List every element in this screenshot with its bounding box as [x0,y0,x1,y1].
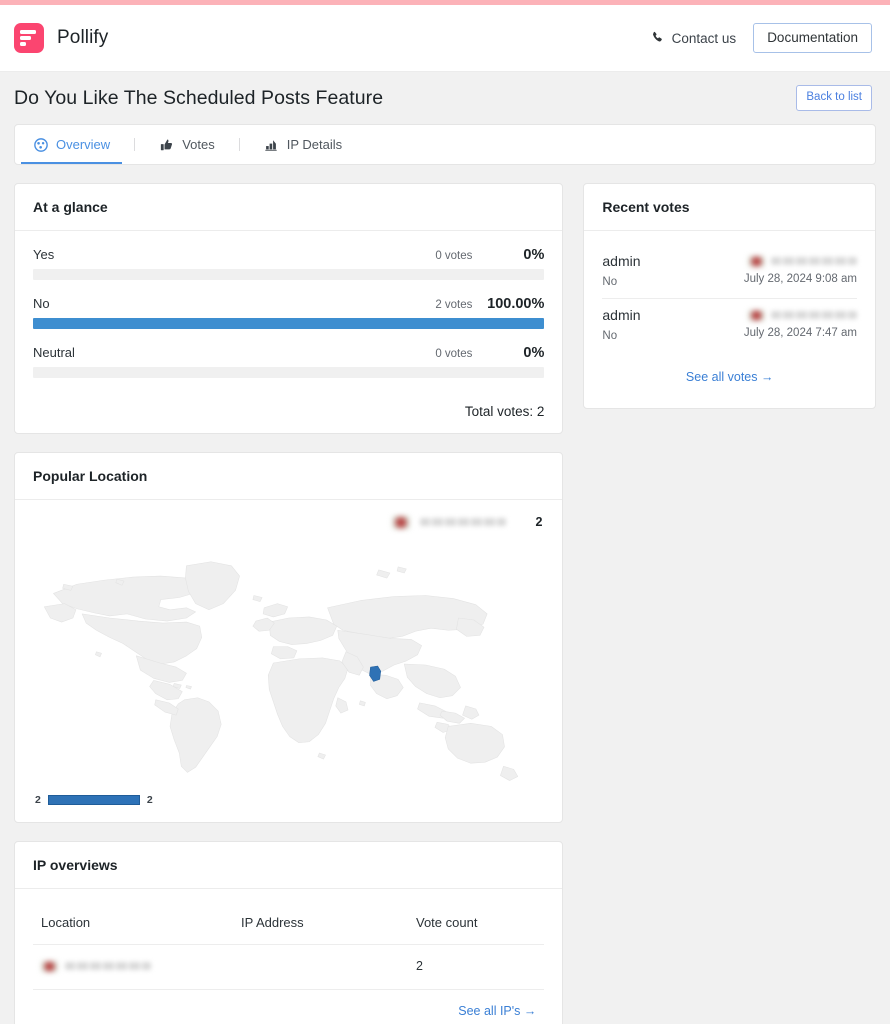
ip-overviews-card: IP overviews Location IP Address Vote co… [14,841,564,1024]
table-header-row: Location IP Address Vote count [33,905,545,945]
location-redacted [771,311,857,319]
phone-icon [651,31,665,45]
table-row: 2 [33,944,545,990]
recent-votes-title: Recent votes [584,184,875,231]
app-page: Pollify Contact us Documentation Do You … [0,0,890,1024]
app-header: Pollify Contact us Documentation [0,5,890,72]
country-vote-count: 2 [535,515,543,529]
glance-label: Yes [33,247,55,262]
glance-percent: 0% [523,345,545,361]
glance-votes: 2 votes [435,299,473,311]
cell-location [33,944,233,990]
vote-user: admin [602,253,641,269]
brand-name: Pollify [57,27,109,48]
world-map[interactable] [33,538,544,790]
documentation-button[interactable]: Documentation [753,23,872,53]
cell-vote-count: 2 [408,944,545,990]
thumbs-up-icon [159,137,174,152]
legend-gradient-bar [47,795,140,805]
vote-choice: No [602,276,618,288]
back-to-list-button[interactable]: Back to list [796,85,872,111]
map-legend: 2 2 [33,790,544,808]
list-item: admin No July 28, 2024 9:08 am [602,245,857,298]
pollify-logo-icon [14,23,44,53]
see-all-votes-link[interactable]: See all votes → [602,352,857,398]
column-header-location: Location [33,905,233,945]
total-votes-label: Total votes: 2 [464,404,545,419]
country-flag-icon [392,515,411,529]
page-title: Do You Like The Scheduled Posts Feature [14,86,384,109]
popular-location-card: Popular Location 2 2 2 [14,452,564,823]
country-name-redacted [420,518,507,526]
column-header-vote-count: Vote count [408,905,545,945]
popular-location-body: 2 2 2 [15,500,562,822]
content-area: At a glance Yes 0 votes 0% No 2 votes 10… [0,165,890,1024]
country-flag-icon [748,309,765,321]
at-a-glance-body: Yes 0 votes 0% No 2 votes 100.00% Neutra… [15,231,562,433]
gauge-icon [33,137,48,152]
ip-overviews-body: Location IP Address Vote count 2 See all… [15,889,562,1024]
title-bar: Do You Like The Scheduled Posts Feature … [0,72,890,124]
glance-row-neutral: Neutral 0 votes 0% [33,345,545,378]
vote-location-redacted [748,255,857,267]
contact-us-link[interactable]: Contact us [651,30,737,46]
bar-chart-icon [264,137,279,152]
glance-label: Neutral [33,345,75,360]
glance-label: No [33,296,50,311]
column-header-ip-address: IP Address [233,905,408,945]
tab-votes-label: Votes [182,137,215,152]
world-map-svg [43,561,519,781]
recent-votes-card: Recent votes admin No July 28, 2024 9:08… [583,183,876,409]
legend-min: 2 [35,794,41,806]
tab-overview-label: Overview [56,137,111,152]
brand: Pollify [14,23,108,53]
glance-votes: 0 votes [435,250,473,262]
tab-divider [134,138,136,151]
glance-row-yes: Yes 0 votes 0% [33,247,545,280]
tab-votes[interactable]: Votes [157,125,217,164]
vote-date: July 28, 2024 7:47 am [743,326,857,339]
left-column: At a glance Yes 0 votes 0% No 2 votes 10… [14,183,564,1024]
cell-ip-address [233,944,408,990]
header-actions: Contact us Documentation [651,23,872,53]
vote-user: admin [602,307,641,323]
popular-location-top-entry: 2 [33,508,544,536]
glance-bar-track [33,318,545,329]
vote-choice: No [602,330,618,342]
tab-divider [238,138,240,151]
at-a-glance-title: At a glance [15,184,563,231]
right-column: Recent votes admin No July 28, 2024 9:08… [583,183,876,409]
vote-location-redacted [748,309,857,321]
country-flag-icon [748,255,765,267]
at-a-glance-card: At a glance Yes 0 votes 0% No 2 votes 10… [14,183,564,434]
glance-row-no: No 2 votes 100.00% [33,296,545,329]
ip-overviews-title: IP overviews [15,842,563,889]
glance-votes: 0 votes [435,348,473,360]
glance-bar-track [33,367,545,378]
tab-ip-details[interactable]: IP Details [262,125,344,164]
list-item: admin No July 28, 2024 7:47 am [602,298,857,352]
glance-percent: 0% [523,247,545,263]
tab-bar: Overview Votes IP Details [14,124,876,165]
location-redacted [65,962,151,970]
recent-votes-body: admin No July 28, 2024 9:08 am admin No … [584,231,875,408]
legend-max: 2 [146,794,153,806]
glance-bar-fill [33,318,545,329]
ip-overviews-table: Location IP Address Vote count 2 [33,905,545,990]
tab-ip-details-label: IP Details [286,137,343,152]
glance-percent: 100.00% [487,296,545,312]
see-all-ips-link[interactable]: See all IP's → [33,990,544,1022]
tab-overview[interactable]: Overview [20,125,123,164]
contact-us-label: Contact us [671,30,737,46]
country-flag-icon [41,960,58,972]
vote-date: July 28, 2024 9:08 am [743,272,857,285]
popular-location-title: Popular Location [15,453,563,500]
glance-bar-track [33,269,545,280]
location-redacted [771,257,857,265]
